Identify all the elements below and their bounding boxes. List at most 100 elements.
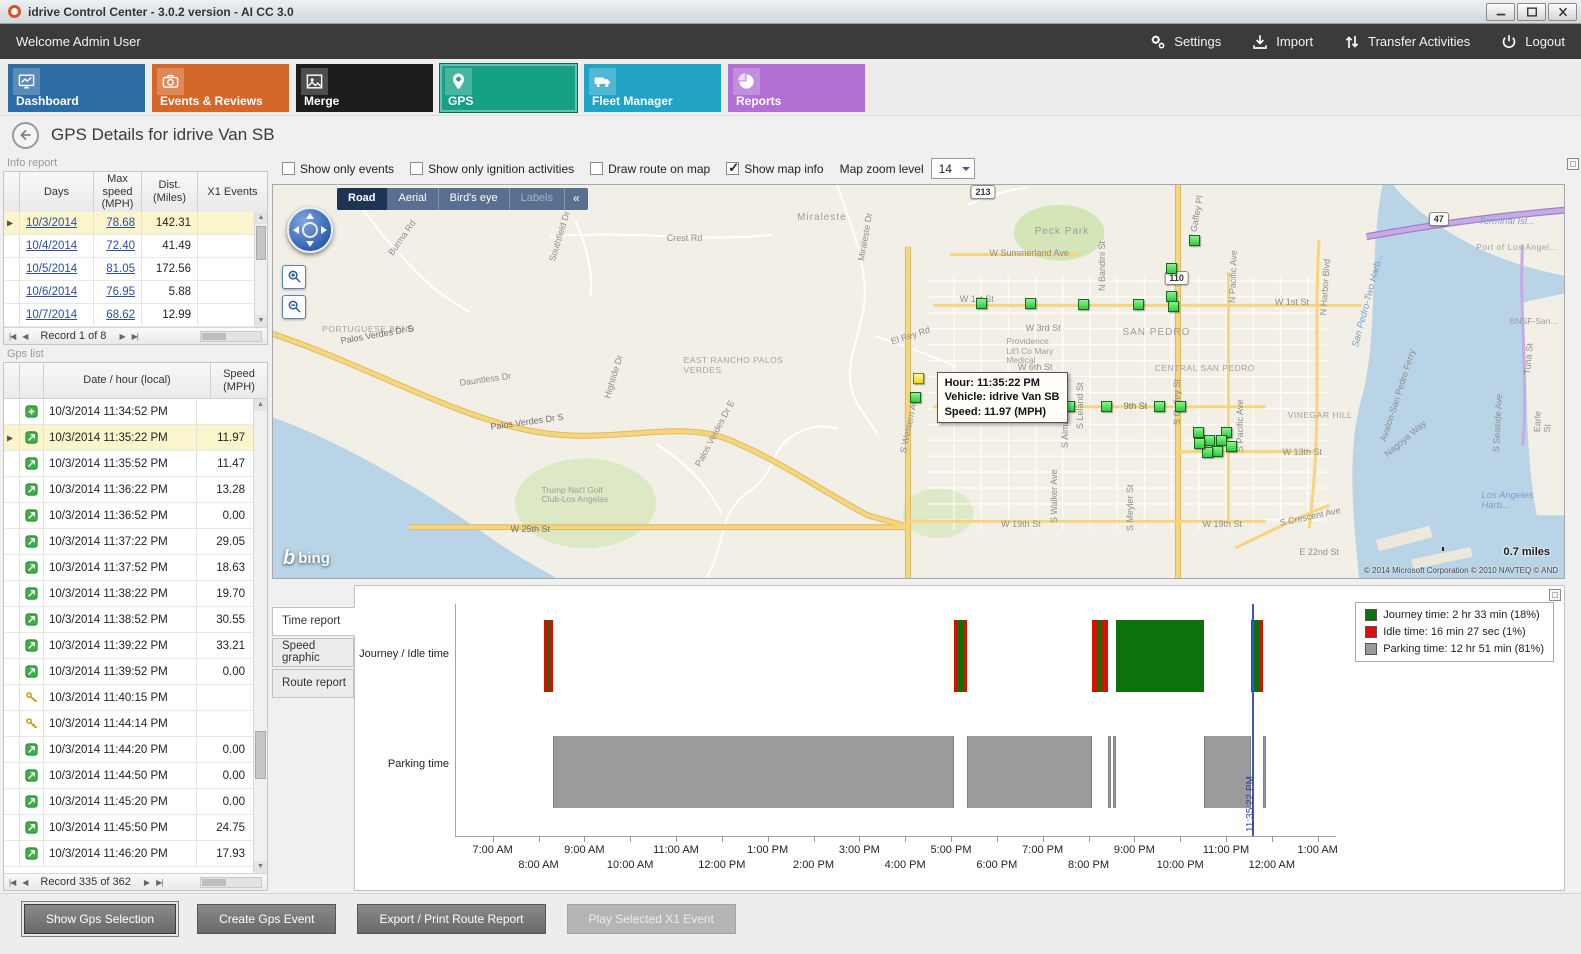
- tab-speed-graphic[interactable]: Speed graphic: [272, 638, 354, 667]
- logout-button[interactable]: Logout: [1500, 33, 1565, 51]
- collapse-chart-panel-button[interactable]: [1549, 589, 1561, 601]
- gps-marker[interactable]: [976, 298, 987, 309]
- map-style-collapse-button[interactable]: «: [565, 188, 588, 210]
- checkbox-show-only-ignition-activities[interactable]: Show only ignition activities: [410, 162, 574, 176]
- minimize-button[interactable]: [1486, 3, 1515, 21]
- gps-list-row[interactable]: 10/3/2014 11:46:20 PM 17.93: [4, 841, 253, 867]
- import-button[interactable]: Import: [1251, 33, 1313, 51]
- gps-list-row[interactable]: 10/3/2014 11:45:20 PM 0.00: [4, 789, 253, 815]
- map-pan-compass[interactable]: [287, 207, 333, 253]
- pager-first-button[interactable]: |◀: [9, 332, 15, 341]
- gps-list-row[interactable]: 10/3/2014 11:35:22 PM 11.97: [4, 425, 253, 451]
- gps-marker[interactable]: [1212, 446, 1223, 457]
- pager-prev-button[interactable]: ◀: [22, 878, 27, 887]
- scroll-down-icon[interactable]: ▼: [254, 861, 267, 873]
- gps-marker[interactable]: [910, 392, 921, 403]
- gps-list-row[interactable]: 10/3/2014 11:44:20 PM 0.00: [4, 737, 253, 763]
- scrollbar-thumb[interactable]: [256, 226, 266, 260]
- column-header-date-hour[interactable]: Date / hour (local): [44, 363, 211, 399]
- info-report-row[interactable]: 10/6/2014 76.95 5.88: [4, 281, 267, 304]
- gps-marker[interactable]: [1025, 298, 1036, 309]
- checkbox-box[interactable]: [282, 162, 295, 175]
- gps-marker[interactable]: [1078, 299, 1089, 310]
- map-style-birds-eye[interactable]: Bird's eye: [439, 188, 510, 210]
- export-print-route-report-button[interactable]: Export / Print Route Report: [357, 904, 545, 934]
- gps-marker[interactable]: [1175, 401, 1186, 412]
- transfer-activities-button[interactable]: Transfer Activities: [1343, 33, 1470, 51]
- pager-next-button[interactable]: ▶: [144, 878, 149, 887]
- pan-west-icon[interactable]: [293, 226, 299, 234]
- gps-list-row[interactable]: 10/3/2014 11:44:14 PM: [4, 711, 253, 737]
- scroll-up-icon[interactable]: ▲: [255, 212, 267, 224]
- tab-dashboard[interactable]: Dashboard: [8, 64, 145, 112]
- gps-list-row[interactable]: 10/3/2014 11:36:52 PM 0.00: [4, 503, 253, 529]
- settings-button[interactable]: Settings: [1149, 33, 1221, 51]
- gps-marker[interactable]: [1168, 301, 1179, 312]
- info-report-scrollbar[interactable]: ▲ ▼: [254, 212, 267, 327]
- max-speed-link[interactable]: 68.62: [94, 304, 142, 326]
- gps-list-row[interactable]: 10/3/2014 11:38:52 PM 30.55: [4, 607, 253, 633]
- close-button[interactable]: [1548, 3, 1577, 21]
- scroll-up-icon[interactable]: ▲: [254, 399, 267, 411]
- pager-scrollbar[interactable]: [200, 877, 262, 888]
- max-speed-link[interactable]: 78.68: [94, 212, 142, 234]
- back-button[interactable]: [12, 122, 39, 149]
- gps-marker[interactable]: [1202, 447, 1213, 458]
- tab-gps[interactable]: GPS: [440, 64, 577, 112]
- day-link[interactable]: 10/7/2014: [20, 304, 94, 326]
- gps-list-row[interactable]: 10/3/2014 11:36:22 PM 13.28: [4, 477, 253, 503]
- gps-marker[interactable]: [1204, 435, 1215, 446]
- selected-gps-marker[interactable]: [913, 373, 924, 384]
- info-report-row[interactable]: 10/5/2014 81.05 172.56: [4, 258, 267, 281]
- column-header-max-speed[interactable]: Max speed (MPH): [94, 172, 142, 213]
- gps-list-row[interactable]: 10/3/2014 11:39:52 PM 0.00: [4, 659, 253, 685]
- day-link[interactable]: 10/3/2014: [20, 212, 94, 234]
- pager-last-button[interactable]: ▶|: [132, 332, 138, 341]
- gps-list-row[interactable]: 10/3/2014 11:37:52 PM 18.63: [4, 555, 253, 581]
- pan-south-icon[interactable]: [306, 241, 314, 247]
- scrollbar-thumb[interactable]: [255, 731, 266, 779]
- info-report-row[interactable]: 10/3/2014 78.68 142.31: [4, 212, 267, 235]
- gps-marker[interactable]: [1154, 401, 1165, 412]
- pan-north-icon[interactable]: [306, 213, 314, 219]
- map-zoom-level-select[interactable]: 14: [931, 158, 975, 179]
- gps-marker[interactable]: [1194, 438, 1205, 449]
- gps-marker[interactable]: [1189, 235, 1200, 246]
- gps-marker[interactable]: [1193, 427, 1204, 438]
- create-gps-event-button[interactable]: Create Gps Event: [197, 904, 336, 934]
- info-report-row[interactable]: 10/4/2014 72.40 41.49: [4, 235, 267, 258]
- tab-merge[interactable]: Merge: [296, 64, 433, 112]
- max-speed-link[interactable]: 72.40: [94, 235, 142, 257]
- gps-marker[interactable]: [1226, 441, 1237, 452]
- day-link[interactable]: 10/6/2014: [20, 281, 94, 303]
- tab-events-reviews[interactable]: Events & Reviews: [152, 64, 289, 112]
- pager-scrollbar[interactable]: [200, 331, 262, 342]
- map-container[interactable]: MiralestePeck ParkW Summerland AveCrest …: [272, 184, 1565, 579]
- gps-list-row[interactable]: 10/3/2014 11:34:52 PM: [4, 399, 253, 425]
- play-selected-x1-event-button[interactable]: Play Selected X1 Event: [567, 904, 736, 934]
- column-header-speed[interactable]: Speed (MPH): [211, 363, 267, 399]
- checkbox-draw-route-on-map[interactable]: Draw route on map: [590, 162, 710, 176]
- gps-list-scrollbar[interactable]: ▲ ▼: [253, 399, 267, 873]
- gps-list-row[interactable]: 10/3/2014 11:35:52 PM 11.47: [4, 451, 253, 477]
- zoom-out-button[interactable]: [282, 295, 306, 319]
- gps-list-row[interactable]: 10/3/2014 11:37:22 PM 29.05: [4, 529, 253, 555]
- zoom-in-button[interactable]: [282, 265, 306, 289]
- scroll-down-icon[interactable]: ▼: [255, 315, 267, 327]
- column-header-x1-events[interactable]: X1 Events: [198, 172, 267, 213]
- info-report-row[interactable]: 10/7/2014 68.62 12.99: [4, 304, 267, 327]
- day-link[interactable]: 10/4/2014: [20, 235, 94, 257]
- max-speed-link[interactable]: 76.95: [94, 281, 142, 303]
- collapse-map-panel-button[interactable]: [1567, 158, 1579, 170]
- gps-marker[interactable]: [1133, 299, 1144, 310]
- tab-time-report[interactable]: Time report: [272, 607, 355, 636]
- pager-last-button[interactable]: ▶|: [156, 878, 162, 887]
- gps-list-row[interactable]: 10/3/2014 11:39:22 PM 33.21: [4, 633, 253, 659]
- tab-route-report[interactable]: Route report: [272, 669, 354, 698]
- tab-reports[interactable]: Reports: [728, 64, 865, 112]
- gps-list-row[interactable]: 10/3/2014 11:44:50 PM 0.00: [4, 763, 253, 789]
- show-gps-selection-button[interactable]: Show Gps Selection: [24, 904, 176, 934]
- gps-marker[interactable]: [1166, 263, 1177, 274]
- maximize-button[interactable]: [1517, 3, 1546, 21]
- map-style-labels[interactable]: Labels: [510, 188, 565, 210]
